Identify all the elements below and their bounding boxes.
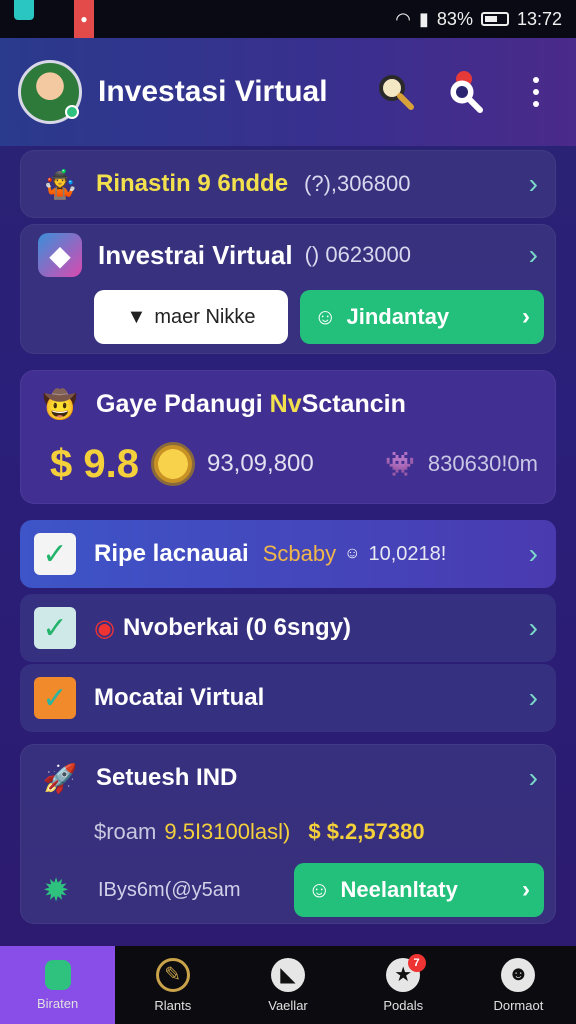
- sparkle-icon: ✹: [42, 872, 70, 908]
- nav-item-label: Podals: [383, 997, 424, 1013]
- primary-action-label: Jindantay: [346, 304, 450, 329]
- robot-icon: ☻: [501, 957, 536, 992]
- search-alt-button[interactable]: [444, 70, 488, 114]
- status-right: ◠ ▮ 83% 13:72: [395, 9, 562, 30]
- secondary-action-button[interactable]: ▼ maer Nikke: [94, 290, 288, 344]
- nav-item-notifications[interactable]: ★ 7 Podals: [346, 946, 461, 1024]
- character-icon: 🤠: [42, 388, 78, 420]
- wifi-icon: ◠: [395, 8, 412, 29]
- coin-icon: [150, 442, 195, 486]
- investment-actions: ▼ maer Nikke ☺ Jindantay ›: [20, 286, 556, 344]
- portfolio-mid-value: 93,09,800: [206, 450, 314, 477]
- checkmark-icon: ✓: [34, 533, 76, 575]
- search-icon: [379, 75, 414, 110]
- list-item[interactable]: ✓ Mocatai Virtual ›: [20, 664, 556, 732]
- nav-item-plans[interactable]: ✎ Rlants: [115, 946, 230, 1024]
- nav-item-label: Vaellar: [268, 997, 308, 1013]
- chart-icon: ✓: [34, 677, 76, 719]
- pencil-icon: ✎: [155, 957, 190, 992]
- nav-item-profile[interactable]: ☻ Dormaot: [461, 946, 576, 1024]
- list-item-value: 10,0218!: [368, 542, 447, 565]
- face-icon: ☺: [308, 877, 331, 902]
- tag-icon: ▼: [126, 305, 147, 328]
- portfolio-title-part-a: Gaye Pdanugi: [96, 389, 270, 418]
- settlement-row-label: IBys6m(@y5am: [98, 878, 241, 901]
- clock: 13:72: [516, 8, 562, 29]
- settlement-value-b: $ $.2,57380: [308, 819, 425, 844]
- settlement-card-header[interactable]: 🚀 Setuesh IND ›: [20, 744, 556, 812]
- list-item-sublabel: Scbaby: [262, 541, 337, 566]
- target-icon: ◉: [94, 614, 115, 642]
- nav-item-wallet[interactable]: ◣ Vaellar: [230, 946, 345, 1024]
- header-actions: [374, 70, 558, 114]
- primary-action-button[interactable]: ☺ Jindantay ›: [300, 290, 544, 344]
- investment-card-title: Investrai Virtual: [98, 239, 293, 270]
- battery-percent: 83%: [436, 8, 473, 29]
- chevron-right-icon: ›: [528, 682, 538, 713]
- chevron-right-icon: ›: [528, 612, 538, 643]
- chevron-right-icon: ›: [522, 876, 530, 903]
- overflow-menu-icon[interactable]: [514, 70, 558, 114]
- balance-card[interactable]: 🤹 Rinastin 9 6ndde (?),306800 ›: [20, 150, 556, 218]
- settlement-values: $roam 9.5I3100lasl) $ $.2,57380: [20, 812, 556, 852]
- mascot-icon: 🤹: [42, 168, 78, 200]
- list-item-label: Ripe lacnauai: [94, 540, 249, 567]
- list-item-label: Nvoberkai (0 6sngy): [122, 614, 352, 641]
- search-alert-icon: [450, 71, 483, 113]
- book-icon: ◣: [271, 957, 305, 992]
- portfolio-right-value: 830630!0m: [427, 451, 538, 476]
- portfolio-card[interactable]: 🤠 Gaye Pdanugi NvSctancin $ 9.8 93,09,80…: [20, 370, 556, 504]
- investment-card: ◆ Investrai Virtual () 0623000 › ▼ maer …: [20, 224, 556, 354]
- chevron-right-icon: ›: [528, 239, 538, 270]
- nav-item-label: Rlants: [154, 997, 192, 1013]
- list-item[interactable]: ✓ Ripe lacnauai Scbaby ☺ 10,0218! ›: [20, 520, 556, 588]
- portfolio-card-title: Gaye Pdanugi NvSctancin: [96, 390, 406, 419]
- nav-item-label: Dormaot: [493, 997, 544, 1013]
- balance-card-title: Rinastin 9 6ndde: [96, 170, 289, 197]
- portfolio-values: $ 9.8 93,09,800 👾 830630!0m: [20, 438, 556, 490]
- investment-card-amount: () 0623000: [304, 242, 412, 267]
- status-bar: ✚ ◭ ● ⇩ ◠ ▮ 83% 13:72: [0, 0, 576, 86]
- app-header: Investasi Virtual: [0, 38, 576, 146]
- settlement-action-row: ✹ IBys6m(@y5am ☺ Neelanltaty ›: [20, 856, 556, 924]
- face-icon: ☺: [314, 304, 337, 329]
- list-item[interactable]: ✓ ◉ Nvoberkai (0 6sngy) ›: [20, 594, 556, 662]
- settlement-label: $roam: [94, 819, 157, 844]
- settlement-action-label: Neelanltaty: [340, 877, 458, 902]
- portfolio-big-value: $ 9.8: [50, 441, 139, 486]
- notification-badge: 7: [407, 954, 426, 972]
- portfolio-card-header: 🤠 Gaye Pdanugi NvSctancin: [20, 370, 556, 438]
- cube-icon: ◆: [38, 233, 82, 277]
- settlement-action-button[interactable]: ☺ Neelanltaty ›: [294, 863, 544, 917]
- checkmark-icon: ✓: [34, 607, 76, 649]
- face-icon: ☺: [344, 545, 361, 562]
- app-notification-icon: ✚: [14, 0, 34, 20]
- chevron-right-icon: ›: [528, 538, 538, 569]
- online-dot-icon: [65, 105, 79, 119]
- secondary-action-label: maer Nikke: [154, 305, 256, 328]
- settlement-card-title: Setuesh IND: [96, 764, 238, 791]
- chevron-right-icon: ›: [528, 168, 538, 199]
- avatar[interactable]: [18, 60, 82, 124]
- settlement-value-a: 9.5I3100lasl): [164, 819, 291, 844]
- list-item-label: Mocatai Virtual: [94, 684, 265, 711]
- monster-icon: 👾: [384, 450, 415, 478]
- nav-item-label: Biraten: [37, 995, 79, 1011]
- balance-card-amount: (?),306800: [304, 171, 411, 196]
- page-title: Investasi Virtual: [98, 75, 328, 108]
- signal-icon: ▮: [419, 8, 429, 29]
- chevron-right-icon: ›: [522, 303, 530, 330]
- chevron-right-icon: ›: [528, 762, 538, 793]
- investment-card-header[interactable]: ◆ Investrai Virtual () 0623000 ›: [20, 224, 556, 286]
- bottom-navigation: Biraten ✎ Rlants ◣ Vaellar ★ 7 Podals ☻ …: [0, 946, 576, 1024]
- search-button[interactable]: [374, 70, 418, 114]
- bag-icon: [44, 959, 71, 990]
- battery-icon: [480, 12, 509, 26]
- portfolio-title-highlight: Nv: [269, 389, 302, 418]
- portfolio-title-part-c: Sctancin: [301, 389, 406, 418]
- settlement-card: 🚀 Setuesh IND › $roam 9.5I3100lasl) $ $.…: [20, 744, 556, 924]
- rocket-icon: 🚀: [42, 762, 78, 794]
- nav-item-home[interactable]: Biraten: [0, 946, 116, 1024]
